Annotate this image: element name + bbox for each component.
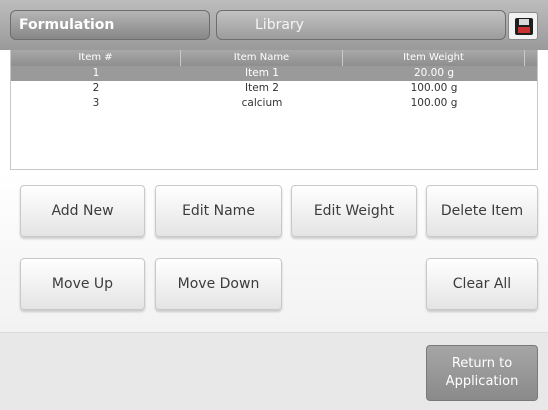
item-weight: 100.00 g bbox=[410, 97, 458, 109]
return-to-application-button[interactable]: Return to Application bbox=[426, 345, 538, 401]
table-row[interactable]: 2 Item 2 100.00 g bbox=[11, 81, 537, 96]
item-weight: 100.00 g bbox=[410, 82, 458, 94]
move-down-button[interactable]: Move Down bbox=[155, 258, 282, 310]
table-header: Item # Item Name Item Weight bbox=[11, 50, 537, 66]
table-row[interactable]: 3 calcium 100.00 g bbox=[11, 96, 537, 111]
clear-all-button[interactable]: Clear All bbox=[426, 258, 538, 310]
move-up-button[interactable]: Move Up bbox=[20, 258, 145, 310]
column-header-spare bbox=[525, 50, 537, 66]
add-new-button[interactable]: Add New bbox=[20, 185, 145, 237]
action-button-panel: Add New Edit Name Edit Weight Delete Ite… bbox=[0, 170, 548, 332]
return-label-line1: Return to bbox=[451, 356, 513, 371]
item-name: calcium bbox=[241, 97, 283, 109]
column-header-item-number: Item # bbox=[11, 50, 181, 66]
item-number: 2 bbox=[92, 82, 100, 94]
tab-library[interactable]: Library bbox=[216, 10, 506, 40]
table-row[interactable]: 1 Item 1 20.00 g bbox=[11, 66, 537, 81]
return-label-line2: Application bbox=[445, 374, 519, 389]
item-number: 1 bbox=[92, 67, 100, 79]
item-table: Item # Item Name Item Weight 1 Item 1 20… bbox=[10, 50, 538, 170]
column-header-item-name: Item Name bbox=[181, 50, 343, 66]
tab-formulation[interactable]: Formulation bbox=[10, 10, 210, 40]
floppy-disk-icon bbox=[515, 18, 533, 35]
item-name: Item 2 bbox=[245, 82, 279, 94]
item-name: Item 1 bbox=[245, 67, 279, 79]
edit-name-button[interactable]: Edit Name bbox=[155, 185, 282, 237]
edit-weight-button[interactable]: Edit Weight bbox=[291, 185, 417, 237]
save-button[interactable] bbox=[508, 12, 538, 40]
formulation-screen: Formulation Library Item # Item Name Ite… bbox=[0, 0, 548, 410]
item-number: 3 bbox=[92, 97, 100, 109]
item-weight: 20.00 g bbox=[413, 67, 455, 79]
header-bar: Formulation Library bbox=[0, 0, 548, 50]
column-header-item-weight: Item Weight bbox=[343, 50, 525, 66]
bottom-bar: Return to Application bbox=[0, 332, 548, 410]
delete-item-button[interactable]: Delete Item bbox=[426, 185, 538, 237]
